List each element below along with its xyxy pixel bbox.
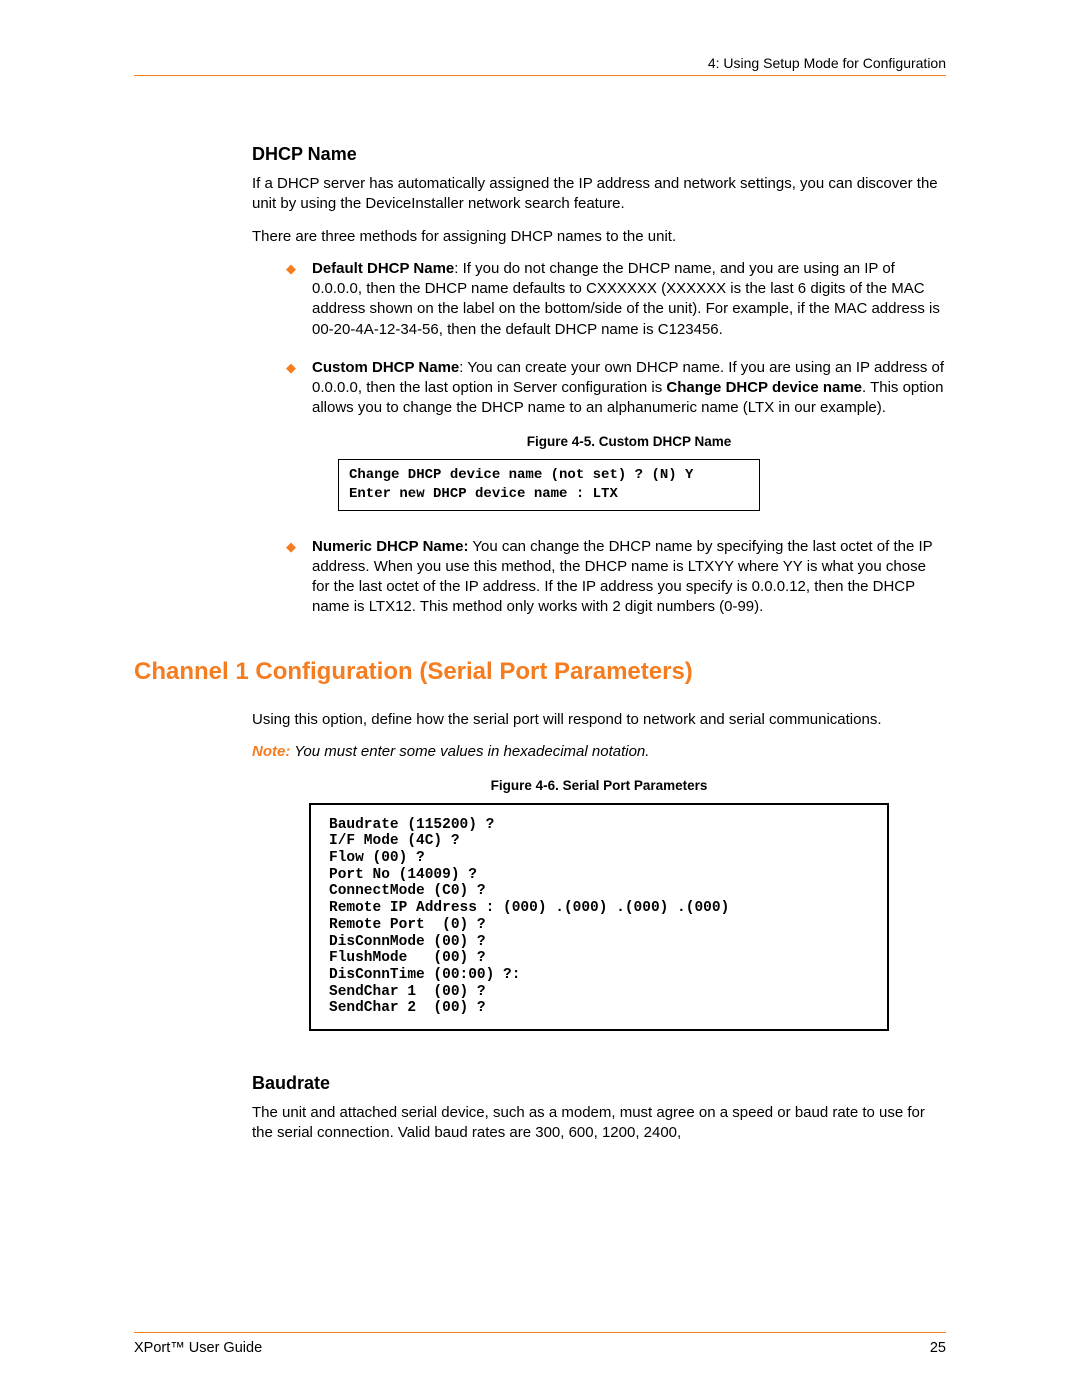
note-lead: Note: <box>252 743 290 760</box>
figure-4-6-terminal: Baudrate (115200) ? I/F Mode (4C) ? Flow… <box>309 803 889 1031</box>
heading-dhcp-name: DHCP Name <box>252 142 946 166</box>
bullet-default-dhcp: Default DHCP Name: If you do not change … <box>286 259 946 340</box>
bottom-rule <box>134 1332 946 1333</box>
bullet-custom-title: Custom DHCP Name <box>312 359 459 376</box>
figure-4-6-caption: Figure 4-6. Serial Port Parameters <box>252 777 946 795</box>
top-rule <box>134 75 946 76</box>
running-header: 4: Using Setup Mode for Configuration <box>134 54 946 73</box>
bullet-custom-dhcp: Custom DHCP Name: You can create your ow… <box>286 358 946 511</box>
dhcp-intro-2: There are three methods for assigning DH… <box>252 227 946 247</box>
channel1-intro: Using this option, define how the serial… <box>252 710 946 730</box>
bullet-numeric-dhcp: Numeric DHCP Name: You can change the DH… <box>286 537 946 618</box>
bullet-default-title: Default DHCP Name <box>312 260 454 277</box>
channel1-note: Note: You must enter some values in hexa… <box>252 742 946 762</box>
footer-left: XPort™ User Guide <box>134 1339 262 1359</box>
figure-4-5-code: Change DHCP device name (not set) ? (N) … <box>338 459 760 511</box>
dhcp-intro-1: If a DHCP server has automatically assig… <box>252 174 946 215</box>
bullet-numeric-title: Numeric DHCP Name: <box>312 538 468 555</box>
heading-channel-1: Channel 1 Configuration (Serial Port Par… <box>134 656 946 688</box>
note-rest: You must enter some values in hexadecima… <box>290 743 649 760</box>
baudrate-paragraph: The unit and attached serial device, suc… <box>252 1103 946 1144</box>
bullet-custom-bold: Change DHCP device name <box>666 379 862 396</box>
heading-baudrate: Baudrate <box>252 1071 946 1095</box>
figure-4-5-caption: Figure 4-5. Custom DHCP Name <box>312 433 946 451</box>
footer-page-number: 25 <box>930 1339 946 1359</box>
